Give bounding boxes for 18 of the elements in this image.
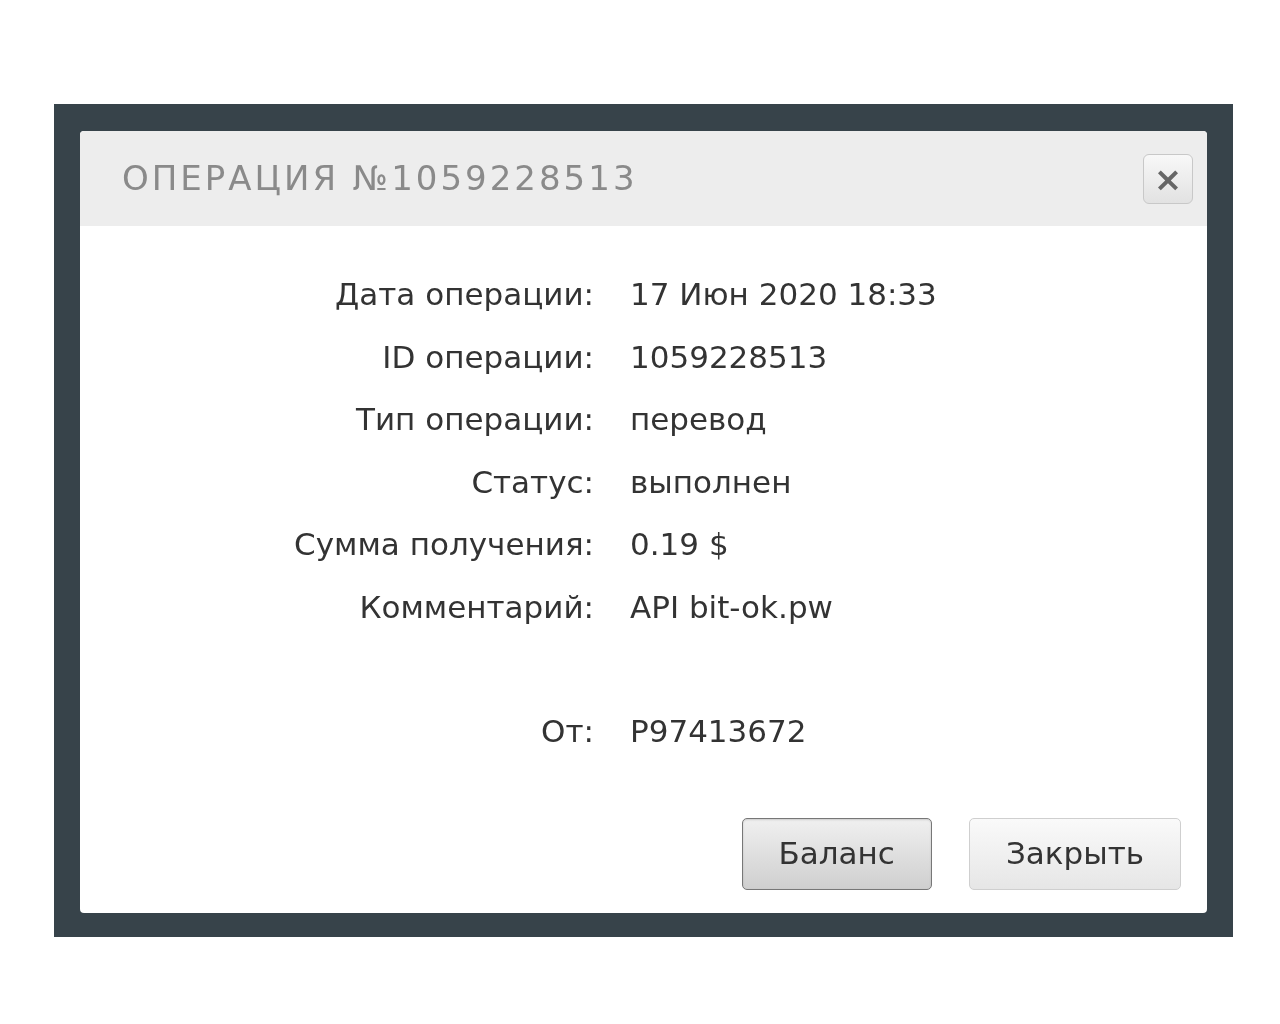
field-value: выполнен [630, 462, 792, 502]
dialog-button[interactable]: Закрыть [968, 817, 1181, 890]
field-label: Тип операции: [354, 400, 594, 439]
field-label: ID операции: [381, 337, 594, 377]
field-label: Комментарий: [358, 587, 594, 627]
field-value: 17 Июн 2020 18:33 [630, 275, 937, 314]
field-label: Сумма получения: [293, 525, 594, 564]
field-value: API bit-ok.pw [630, 587, 833, 627]
field-value: 1059228513 [630, 337, 828, 377]
field-value: P97413672 [630, 712, 807, 751]
field-label: Дата операции: [334, 275, 594, 314]
field-label: От: [540, 712, 594, 751]
field-value: 0.19 $ [630, 525, 729, 564]
field-label: Статус: [470, 462, 594, 502]
close-button[interactable]: × [1143, 153, 1193, 204]
dialog-button[interactable]: Баланс [741, 817, 932, 890]
dialog-title: ОПЕРАЦИЯ №1059228513 [122, 157, 638, 200]
field-value: перевод [630, 400, 767, 439]
